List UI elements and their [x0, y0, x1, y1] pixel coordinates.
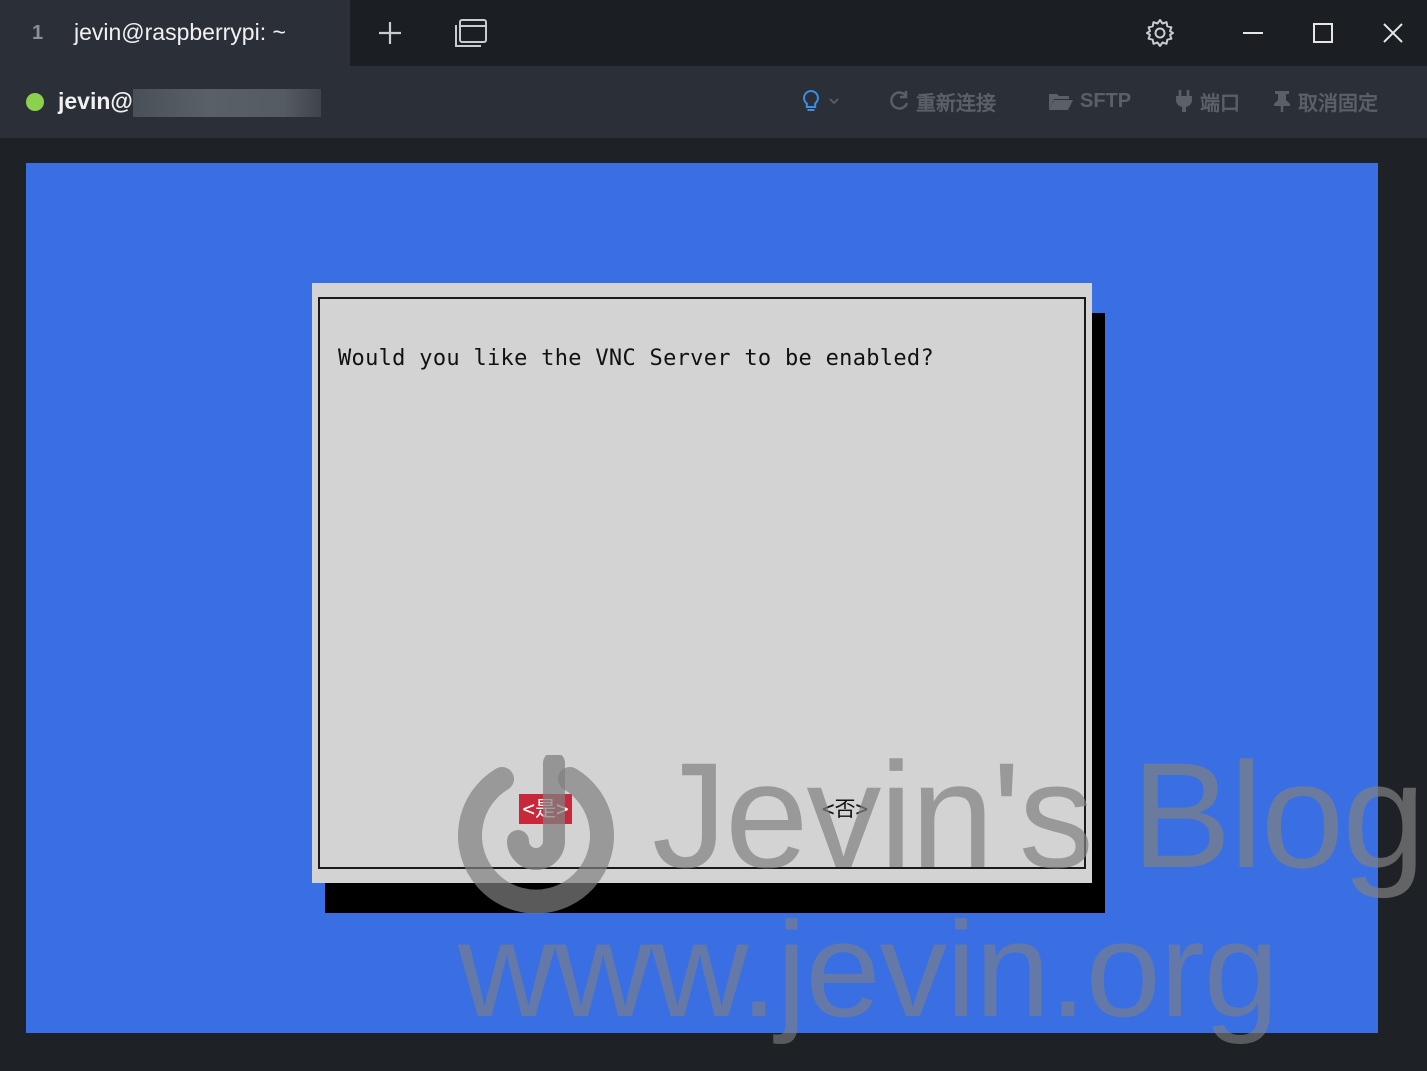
hint-dropdown[interactable] [800, 86, 840, 116]
session-host-label: jevin@ [58, 88, 133, 114]
unpin-button[interactable]: 取消固定 [1272, 86, 1378, 116]
minimize-icon [1243, 32, 1263, 34]
close-icon [1383, 23, 1403, 43]
refresh-icon [890, 91, 909, 110]
sftp-label: SFTP [1080, 89, 1132, 112]
watermark-logo [458, 755, 614, 914]
window-stack-icon [455, 19, 487, 47]
plug-icon [1176, 90, 1192, 112]
tab-index: 1 [32, 22, 44, 44]
redacted-hostname [133, 89, 321, 117]
new-tab-button[interactable] [366, 0, 414, 66]
tab-session[interactable]: 1 jevin@raspberrypi: ~ [0, 0, 350, 66]
gear-icon [1146, 19, 1174, 47]
dialog-message: Would you like the VNC Server to be enab… [338, 346, 934, 371]
maximize-icon [1313, 23, 1333, 43]
pin-icon [1274, 91, 1290, 112]
connection-status-indicator [26, 93, 44, 111]
tab-title: jevin@raspberrypi: ~ [74, 19, 286, 45]
tab-overview-button[interactable] [446, 0, 496, 66]
plus-icon [379, 22, 401, 44]
lightbulb-icon [803, 89, 819, 111]
sftp-button[interactable]: SFTP [1048, 86, 1131, 116]
port-forward-button[interactable]: 端口 [1174, 86, 1240, 116]
chevron-down-icon [829, 98, 839, 105]
port-label: 端口 [1200, 92, 1240, 115]
maximize-button[interactable] [1298, 0, 1348, 66]
watermark-url: www.jevin.org [458, 894, 1279, 1045]
settings-button[interactable] [1136, 0, 1184, 66]
reconnect-button[interactable]: 重新连接 [888, 86, 996, 116]
folder-open-icon [1049, 94, 1073, 110]
title-bar: 1 jevin@raspberrypi: ~ [0, 0, 1427, 66]
close-button[interactable] [1368, 0, 1418, 66]
watermark-title: Jevin's Blog [652, 731, 1426, 899]
reconnect-label: 重新连接 [916, 92, 996, 115]
session-toolbar: jevin@ 重新连接 SFTP 端口 取消固定 [0, 66, 1427, 138]
unpin-label: 取消固定 [1298, 92, 1378, 115]
minimize-button[interactable] [1228, 0, 1278, 66]
